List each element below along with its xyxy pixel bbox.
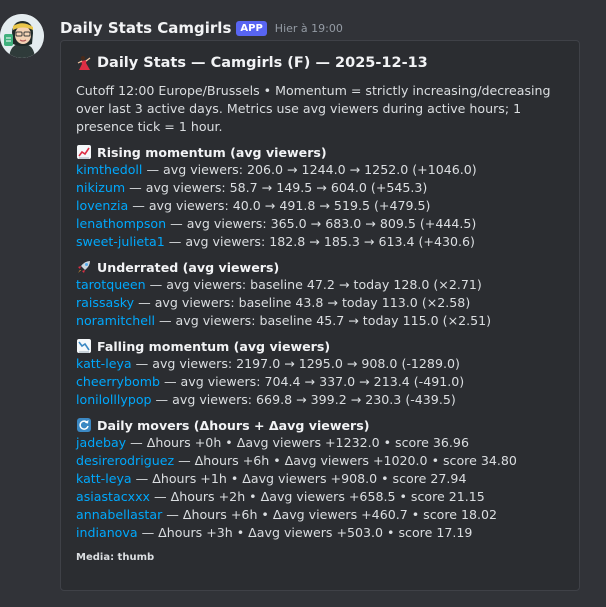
list-item: asiastacxxx — Δhours +2h • Δavg viewers … <box>76 488 565 506</box>
embed-title-row: Daily Stats — Camgirls (F) — 2025-12-13 <box>76 52 565 74</box>
section-title-falling: Falling momentum (avg viewers) <box>76 337 565 355</box>
chart-increasing-icon <box>77 145 91 159</box>
row-text: — avg viewers: 365.0 → 683.0 → 809.5 (+4… <box>166 216 477 231</box>
list-item: lovenzia — avg viewers: 40.0 → 491.8 → 5… <box>76 197 565 215</box>
row-text: — Δhours +2h • Δavg viewers +658.5 • sco… <box>150 489 485 504</box>
section-heading: Daily movers (Δhours + Δavg viewers) <box>97 417 370 433</box>
user-link[interactable]: lonilolllypop <box>76 392 152 407</box>
section-title-underrated: Underrated (avg viewers) <box>76 258 565 276</box>
list-item: nikizum — avg viewers: 58.7 → 149.5 → 60… <box>76 179 565 197</box>
user-link[interactable]: sweet-julieta1 <box>76 234 165 249</box>
row-text: — avg viewers: 40.0 → 491.8 → 519.5 (+47… <box>128 198 431 213</box>
list-item: raissasky — avg viewers: baseline 43.8 →… <box>76 294 565 312</box>
list-item: noramitchell — avg viewers: baseline 45.… <box>76 312 565 330</box>
chart-decreasing-icon <box>77 339 91 353</box>
list-item: lonilolllypop — avg viewers: 669.8 → 399… <box>76 391 565 409</box>
user-link[interactable]: asiastacxxx <box>76 489 150 504</box>
list-item: katt-leya — avg viewers: 2197.0 → 1295.0… <box>76 355 565 373</box>
embed-title: Daily Stats — Camgirls (F) — 2025-12-13 <box>97 55 428 71</box>
user-link[interactable]: katt-leya <box>76 356 132 371</box>
section-title-rising: Rising momentum (avg viewers) <box>76 143 565 161</box>
list-item: lenathompson — avg viewers: 365.0 → 683.… <box>76 215 565 233</box>
arrows-counterclockwise-icon <box>77 418 91 432</box>
stats-embed: Daily Stats — Camgirls (F) — 2025-12-13 … <box>60 40 580 591</box>
user-link[interactable]: katt-leya <box>76 471 132 486</box>
user-link[interactable]: desirerodriguez <box>76 453 174 468</box>
bot-username[interactable]: Daily Stats Camgirls <box>60 19 231 37</box>
user-link[interactable]: annabellastar <box>76 507 162 522</box>
list-item: annabellastar — Δhours +6h • Δavg viewer… <box>76 506 565 524</box>
user-link[interactable]: tarotqueen <box>76 277 146 292</box>
bot-avatar[interactable] <box>0 14 44 58</box>
user-link[interactable]: lenathompson <box>76 216 166 231</box>
app-badge: APP <box>236 20 267 36</box>
dancer-icon <box>77 56 91 70</box>
list-item: indianova — Δhours +3h • Δavg viewers +5… <box>76 524 565 542</box>
user-link[interactable]: kimthedoll <box>76 162 142 177</box>
user-link[interactable]: indianova <box>76 525 138 540</box>
list-item: katt-leya — Δhours +1h • Δavg viewers +9… <box>76 470 565 488</box>
row-text: — Δhours +0h • Δavg viewers +1232.0 • sc… <box>126 435 469 450</box>
section-heading: Underrated (avg viewers) <box>97 259 280 275</box>
user-link[interactable]: noramitchell <box>76 313 155 328</box>
row-text: — avg viewers: 206.0 → 1244.0 → 1252.0 (… <box>142 162 477 177</box>
row-text: — avg viewers: 704.4 → 337.0 → 213.4 (-4… <box>159 374 465 389</box>
user-link[interactable]: nikizum <box>76 180 125 195</box>
row-text: — avg viewers: 669.8 → 399.2 → 230.3 (-4… <box>151 392 456 407</box>
user-link[interactable]: raissasky <box>76 295 134 310</box>
row-text: — avg viewers: baseline 47.2 → today 128… <box>145 277 482 292</box>
message-timestamp: Hier à 19:00 <box>274 21 343 35</box>
embed-description: Cutoff 12:00 Europe/Brussels • Momentum … <box>76 83 551 134</box>
row-text: — avg viewers: 182.8 → 185.3 → 613.4 (+4… <box>164 234 475 249</box>
row-text: — Δhours +6h • Δavg viewers +1020.0 • sc… <box>174 453 517 468</box>
row-text: — Δhours +6h • Δavg viewers +460.7 • sco… <box>162 507 498 522</box>
user-link[interactable]: jadebay <box>76 435 126 450</box>
row-text: — avg viewers: baseline 43.8 → today 113… <box>134 295 471 310</box>
rocket-icon <box>78 261 90 273</box>
row-text: — avg viewers: 2197.0 → 1295.0 → 908.0 (… <box>131 356 460 371</box>
list-item: sweet-julieta1 — avg viewers: 182.8 → 18… <box>76 233 565 251</box>
list-item: cheerrybomb — avg viewers: 704.4 → 337.0… <box>76 373 565 391</box>
user-link[interactable]: cheerrybomb <box>76 374 160 389</box>
row-text: — Δhours +1h • Δavg viewers +908.0 • sco… <box>131 471 467 486</box>
list-item: desirerodriguez — Δhours +6h • Δavg view… <box>76 452 565 470</box>
row-text: — Δhours +3h • Δavg viewers +503.0 • sco… <box>137 525 473 540</box>
list-item: tarotqueen — avg viewers: baseline 47.2 … <box>76 276 565 294</box>
embed-footer: Media: thumb <box>76 552 155 563</box>
cartoon-character-avatar-icon <box>0 14 44 58</box>
section-title-movers: Daily movers (Δhours + Δavg viewers) <box>76 416 565 434</box>
row-text: — avg viewers: baseline 45.7 → today 115… <box>154 313 492 328</box>
user-link[interactable]: lovenzia <box>76 198 128 213</box>
message-header: Daily Stats Camgirls APP Hier à 19:00 <box>60 17 343 39</box>
section-heading: Falling momentum (avg viewers) <box>97 338 331 354</box>
list-item: kimthedoll — avg viewers: 206.0 → 1244.0… <box>76 161 565 179</box>
row-text: — avg viewers: 58.7 → 149.5 → 604.0 (+54… <box>125 180 428 195</box>
list-item: jadebay — Δhours +0h • Δavg viewers +123… <box>76 434 565 452</box>
section-heading: Rising momentum (avg viewers) <box>97 144 327 160</box>
